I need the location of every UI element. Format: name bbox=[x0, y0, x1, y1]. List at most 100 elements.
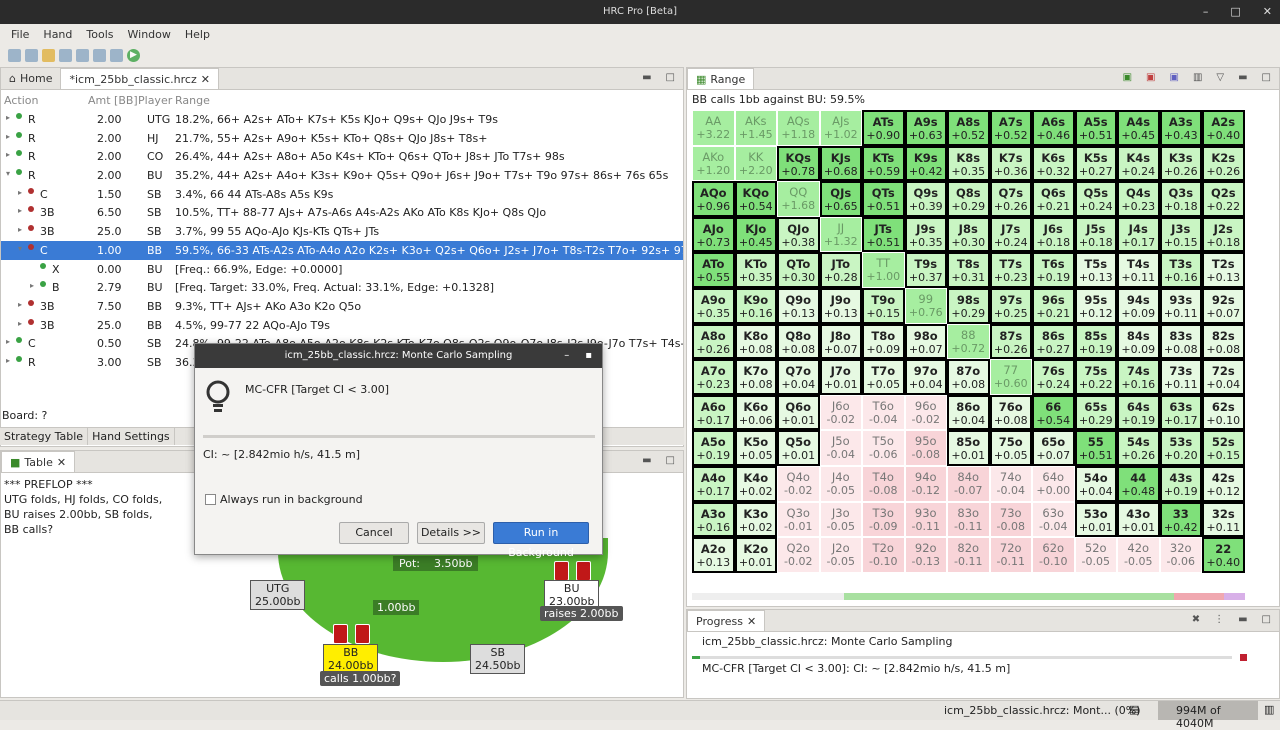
tab-strategy-table[interactable]: Strategy Table bbox=[0, 428, 89, 445]
range-cell[interactable]: 85s +0.19 bbox=[1074, 323, 1117, 360]
range-cell[interactable]: AQs +1.18 bbox=[777, 110, 820, 146]
range-cell[interactable]: K8o +0.08 bbox=[734, 323, 777, 360]
expand-icon[interactable]: ▸ bbox=[18, 188, 22, 197]
cancel-button[interactable]: Cancel bbox=[339, 522, 409, 544]
range-cell[interactable]: QTs +0.51 bbox=[862, 181, 905, 217]
tab-file[interactable]: *icm_25bb_classic.hrcz ✕ bbox=[60, 68, 219, 89]
range-cell[interactable]: J4s +0.17 bbox=[1117, 216, 1160, 253]
range-cell[interactable]: 83s +0.08 bbox=[1159, 323, 1202, 360]
minimize-pane-icon[interactable]: ▬ bbox=[1238, 614, 1247, 625]
expand-icon[interactable]: ▾ bbox=[18, 244, 22, 253]
expand-icon[interactable]: ▾ bbox=[6, 169, 10, 178]
expand-icon[interactable]: ▸ bbox=[30, 281, 34, 290]
range-cell[interactable]: A4o +0.17 bbox=[692, 465, 735, 502]
tree-row[interactable]: ▸ 3B 25.0 SB 3.7%, 99 55 AQo-AJo KJs-KTs QTs… bbox=[1, 222, 683, 241]
range-cell[interactable]: ATs +0.90 bbox=[862, 110, 905, 146]
range-cell[interactable]: 76o +0.08 bbox=[989, 394, 1032, 431]
range-cell[interactable]: T6s +0.19 bbox=[1032, 252, 1075, 288]
tree-row[interactable]: ▸ R 2.00 CO 26.4%, 44+ A2s+ A8o+ A5o K4s+ KT… bbox=[1, 147, 683, 166]
range-cell[interactable]: 86o +0.04 bbox=[947, 394, 990, 431]
range-cell[interactable]: 74o -0.04 bbox=[989, 465, 1032, 502]
range-cell[interactable]: KQs +0.78 bbox=[777, 145, 820, 182]
range-cell[interactable]: 55 +0.51 bbox=[1074, 430, 1117, 466]
range-cell[interactable]: K5o +0.05 bbox=[734, 430, 777, 466]
close-tab-icon[interactable]: ✕ bbox=[57, 456, 66, 469]
range-cell[interactable]: A9o +0.35 bbox=[692, 287, 735, 324]
range-cell[interactable]: Q5s +0.24 bbox=[1074, 181, 1117, 217]
range-cell[interactable]: 96o -0.02 bbox=[904, 394, 947, 431]
range-cell[interactable]: Q9s +0.39 bbox=[904, 181, 947, 217]
range-cell[interactable]: 42o -0.05 bbox=[1117, 537, 1160, 573]
range-cell[interactable]: AKs +1.45 bbox=[734, 110, 777, 146]
range-cell[interactable]: 52s +0.15 bbox=[1202, 430, 1245, 466]
range-cell[interactable]: 75o +0.05 bbox=[989, 430, 1032, 466]
range-cell[interactable]: J9s +0.35 bbox=[904, 216, 947, 253]
search-icon[interactable] bbox=[59, 48, 72, 62]
range-cell[interactable]: T8o +0.09 bbox=[862, 323, 905, 360]
range-cell[interactable]: K4o +0.02 bbox=[734, 465, 777, 502]
range-cell[interactable]: 82o -0.11 bbox=[947, 537, 990, 573]
range-cell[interactable]: A5s +0.51 bbox=[1074, 110, 1117, 146]
range-cell[interactable]: T5o -0.06 bbox=[862, 430, 905, 466]
range-cell[interactable]: KTs +0.59 bbox=[862, 145, 905, 182]
range-cell[interactable]: A2s +0.40 bbox=[1202, 110, 1245, 146]
range-cell[interactable]: 74s +0.16 bbox=[1117, 359, 1160, 395]
range-cell[interactable]: Q8s +0.29 bbox=[947, 181, 990, 217]
range-cell[interactable]: JJ +1.32 bbox=[819, 216, 862, 253]
range-cell[interactable]: 94s +0.09 bbox=[1117, 287, 1160, 324]
range-cell[interactable]: T6o -0.04 bbox=[862, 394, 905, 431]
range-cell[interactable]: J3o -0.05 bbox=[819, 501, 862, 538]
range-cell[interactable]: 87s +0.26 bbox=[989, 323, 1032, 360]
range-cell[interactable]: Q6s +0.21 bbox=[1032, 181, 1075, 217]
range-cell[interactable]: 65o +0.07 bbox=[1032, 430, 1075, 466]
close-icon[interactable]: ▪ bbox=[585, 344, 592, 368]
range-cell[interactable]: 76s +0.24 bbox=[1032, 359, 1075, 395]
range-cell[interactable]: Q3o -0.01 bbox=[777, 501, 820, 538]
task-icon[interactable]: ▤ bbox=[1129, 703, 1139, 716]
range-cell[interactable]: 65s +0.29 bbox=[1074, 394, 1117, 431]
range-cell[interactable]: QTo +0.30 bbox=[777, 252, 820, 288]
range-cell[interactable]: 93s +0.11 bbox=[1159, 287, 1202, 324]
range-cell[interactable]: K8s +0.35 bbox=[947, 145, 990, 182]
details-button[interactable]: Details >> bbox=[417, 522, 485, 544]
range-cell[interactable]: 42s +0.12 bbox=[1202, 465, 1245, 502]
menu-hand[interactable]: Hand bbox=[36, 28, 79, 41]
range-cell[interactable]: Q4o -0.02 bbox=[777, 465, 820, 502]
range-cell[interactable]: 88 +0.72 bbox=[947, 323, 990, 360]
range-cell[interactable]: 53o +0.01 bbox=[1074, 501, 1117, 538]
tree-row[interactable]: ▸ 3B 7.50 BB 9.3%, TT+ AJs+ AKo A3o K2o Q5o bbox=[1, 297, 683, 316]
range-cell[interactable]: A2o +0.13 bbox=[692, 537, 735, 573]
range-cell[interactable]: T5s +0.13 bbox=[1074, 252, 1117, 288]
range-cell[interactable]: 54o +0.04 bbox=[1074, 465, 1117, 502]
stop-icon[interactable] bbox=[1240, 654, 1247, 661]
range-cell[interactable]: 93o -0.11 bbox=[904, 501, 947, 538]
range-cell[interactable]: Q7s +0.26 bbox=[989, 181, 1032, 217]
expand-icon[interactable]: ▸ bbox=[18, 225, 22, 234]
range-cell[interactable]: 64s +0.19 bbox=[1117, 394, 1160, 431]
range-cell[interactable]: T7s +0.23 bbox=[989, 252, 1032, 288]
range-cell[interactable]: T7o +0.05 bbox=[862, 359, 905, 395]
tree-row[interactable]: ▸ 3B 25.0 BB 4.5%, 99-77 22 AQo-AJo T9s bbox=[1, 316, 683, 335]
memory-bar[interactable]: 994M of 4040M bbox=[1158, 701, 1258, 730]
range-cell[interactable]: 96s +0.21 bbox=[1032, 287, 1075, 324]
range-cell[interactable]: 99 +0.76 bbox=[904, 287, 947, 324]
tab-home[interactable]: ⌂ Home bbox=[1, 68, 60, 89]
range-cell[interactable]: A3s +0.43 bbox=[1159, 110, 1202, 146]
expand-icon[interactable]: ▸ bbox=[6, 150, 10, 159]
range-cell[interactable]: 72s +0.04 bbox=[1202, 359, 1245, 395]
range-cell[interactable]: K6o +0.06 bbox=[734, 394, 777, 431]
menu-help[interactable]: Help bbox=[178, 28, 217, 41]
range-cell[interactable]: 33 +0.42 bbox=[1159, 501, 1202, 538]
expand-icon[interactable]: ▸ bbox=[6, 356, 10, 365]
range-cell[interactable]: A9s +0.63 bbox=[904, 110, 947, 146]
range-cell[interactable]: 92o -0.13 bbox=[904, 537, 947, 573]
range-cell[interactable]: A8o +0.26 bbox=[692, 323, 735, 360]
save-icon[interactable] bbox=[93, 48, 106, 62]
checkbox-box[interactable] bbox=[205, 494, 216, 505]
maximize-pane-icon[interactable]: □ bbox=[1262, 614, 1271, 625]
seat-sb[interactable]: SB 24.50bb bbox=[470, 644, 526, 674]
view-icon[interactable]: ▣ bbox=[1123, 72, 1132, 83]
range-cell[interactable]: 43s +0.19 bbox=[1159, 465, 1202, 502]
range-cell[interactable]: K7s +0.36 bbox=[989, 145, 1032, 182]
range-cell[interactable]: 98s +0.29 bbox=[947, 287, 990, 324]
